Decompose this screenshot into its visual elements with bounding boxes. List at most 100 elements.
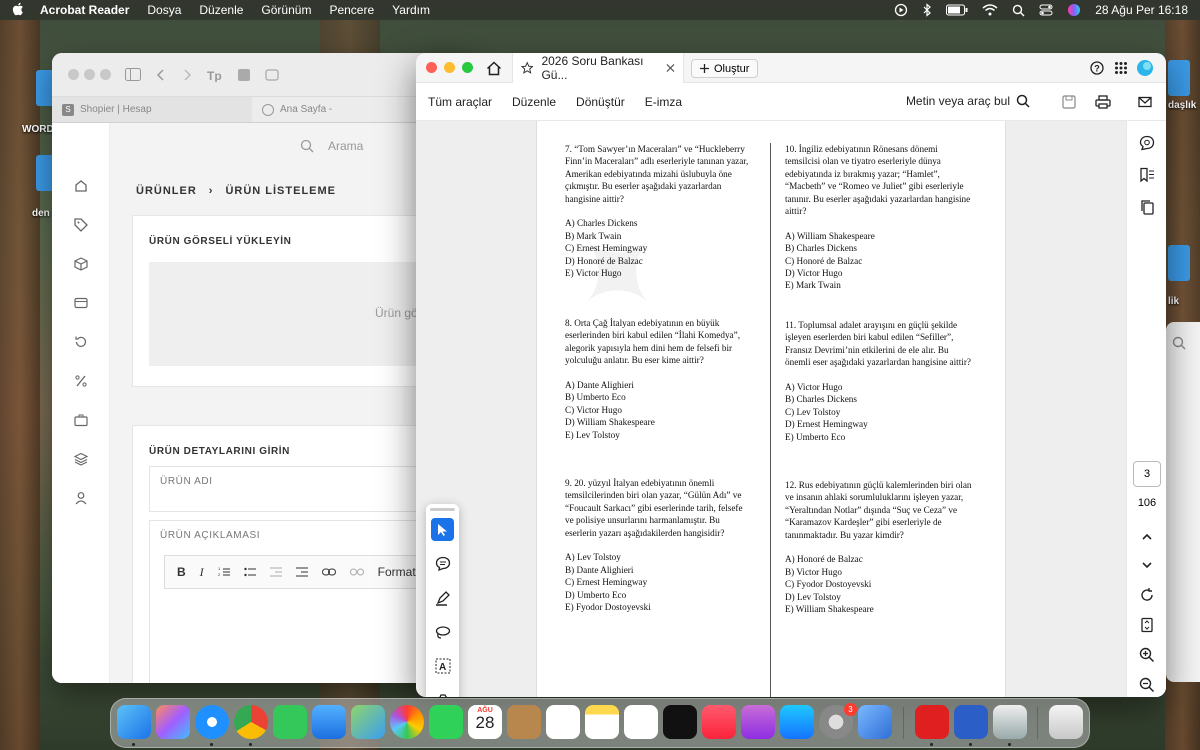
iphone-mirroring-icon[interactable]	[858, 705, 892, 739]
app-name-menu[interactable]: Acrobat Reader	[40, 3, 129, 17]
translate-icon[interactable]: Tp	[207, 68, 223, 82]
ai-assistant-icon[interactable]	[1139, 135, 1155, 151]
sign-tool-button[interactable]	[431, 688, 454, 697]
maps-icon[interactable]	[351, 705, 385, 739]
layers-icon[interactable]	[74, 452, 88, 466]
text-box-tool-button[interactable]: A	[431, 654, 454, 677]
word-icon[interactable]	[954, 705, 988, 739]
menu-duzenle[interactable]: Düzenle	[199, 3, 243, 17]
desktop-folder-icon[interactable]	[1168, 245, 1190, 281]
bluetooth-icon[interactable]	[922, 3, 932, 17]
photos-icon[interactable]	[390, 705, 424, 739]
acrobat-reader-icon[interactable]	[915, 705, 949, 739]
email-icon[interactable]	[1138, 95, 1152, 109]
copy-pages-icon[interactable]	[1139, 199, 1155, 215]
menu-esign[interactable]: E-imza	[645, 95, 682, 109]
spotlight-search-icon[interactable]	[1012, 4, 1025, 17]
trash-icon[interactable]	[1049, 705, 1083, 739]
preview-icon[interactable]	[993, 705, 1027, 739]
forward-chevron-icon[interactable]	[181, 68, 193, 81]
comment-tool-button[interactable]	[431, 552, 454, 575]
browser-window[interactable]: Tp S Shopier | Hesap Ana Sayfa - Arama Ü…	[52, 53, 472, 683]
highlight-tool-button[interactable]	[431, 586, 454, 609]
home-icon[interactable]	[74, 179, 88, 193]
close-tab-icon[interactable]	[666, 63, 675, 73]
search-icon[interactable]	[1172, 336, 1186, 350]
messages-icon[interactable]	[273, 705, 307, 739]
chevron-down-icon[interactable]	[1139, 557, 1155, 573]
extension-icon[interactable]	[237, 68, 251, 82]
safari-icon[interactable]	[195, 705, 229, 739]
podcasts-icon[interactable]	[741, 705, 775, 739]
music-icon[interactable]	[702, 705, 736, 739]
chevron-up-icon[interactable]	[1139, 529, 1155, 545]
apps-grid-icon[interactable]	[1114, 61, 1128, 75]
draw-tool-button[interactable]	[431, 620, 454, 643]
contacts-icon[interactable]	[507, 705, 541, 739]
control-center-icon[interactable]	[1039, 4, 1053, 16]
reader-icon[interactable]	[265, 68, 281, 82]
minimize-button[interactable]	[444, 62, 455, 73]
play-circle-icon[interactable]	[894, 3, 908, 17]
acrobat-window[interactable]: 2026 Soru Bankası Gü... Oluştur ? Tüm ar…	[416, 53, 1166, 697]
user-icon[interactable]	[74, 491, 88, 505]
desktop-folder-icon[interactable]	[1168, 60, 1190, 96]
select-tool-button[interactable]	[431, 518, 454, 541]
unlink-icon[interactable]	[349, 567, 364, 577]
pdf-page[interactable]: ✦ 7. “Tom Sawyer’ın Maceraları” ve “Huck…	[536, 121, 1006, 697]
find-text-or-tool[interactable]: Metin veya araç bul	[906, 94, 1030, 108]
menu-gorunum[interactable]: Görünüm	[261, 3, 311, 17]
home-icon[interactable]	[486, 61, 502, 76]
admin-search[interactable]: Arama	[300, 139, 363, 153]
outdent-icon[interactable]	[269, 566, 282, 578]
link-icon[interactable]	[321, 567, 336, 577]
format-dropdown[interactable]: Format	[378, 565, 416, 579]
breadcrumb-root[interactable]: ÜRÜNLER	[136, 185, 197, 197]
bullet-list-icon[interactable]	[243, 566, 256, 578]
sidebar-toggle-icon[interactable]	[125, 68, 141, 81]
menu-dosya[interactable]: Dosya	[147, 3, 181, 17]
help-icon[interactable]: ?	[1090, 61, 1104, 75]
facetime-icon[interactable]	[429, 705, 463, 739]
menu-yardim[interactable]: Yardım	[392, 3, 430, 17]
reminders-icon[interactable]	[546, 705, 580, 739]
close-button[interactable]	[68, 69, 79, 80]
refresh-icon[interactable]	[74, 335, 88, 349]
clock[interactable]: 28 Ağu Per 16:18	[1095, 3, 1188, 17]
zoom-out-icon[interactable]	[1139, 677, 1155, 693]
menu-pencere[interactable]: Pencere	[329, 3, 374, 17]
notes-icon[interactable]	[585, 705, 619, 739]
document-tab[interactable]: 2026 Soru Bankası Gü...	[512, 53, 684, 83]
apple-icon[interactable]	[12, 2, 26, 19]
app-store-icon[interactable]	[780, 705, 814, 739]
finder-icon[interactable]	[117, 705, 151, 739]
close-button[interactable]	[426, 62, 437, 73]
battery-icon[interactable]	[946, 4, 968, 16]
siri-icon[interactable]	[1067, 3, 1081, 17]
briefcase-icon[interactable]	[74, 413, 88, 427]
zoom-button[interactable]	[100, 69, 111, 80]
apple-tv-icon[interactable]	[663, 705, 697, 739]
tag-icon[interactable]	[74, 218, 88, 232]
current-page-input[interactable]: 3	[1133, 461, 1161, 487]
bookmark-list-icon[interactable]	[1139, 167, 1155, 183]
create-button[interactable]: Oluştur	[691, 59, 759, 78]
chrome-icon[interactable]	[234, 705, 268, 739]
drag-handle[interactable]	[430, 508, 455, 511]
minimize-button[interactable]	[84, 69, 95, 80]
percent-icon[interactable]	[74, 374, 88, 388]
tab-shopier[interactable]: S Shopier | Hesap	[52, 97, 252, 122]
star-icon[interactable]	[521, 61, 534, 75]
profile-avatar-icon[interactable]	[1136, 59, 1154, 77]
back-chevron-icon[interactable]	[155, 68, 167, 81]
card-icon[interactable]	[74, 296, 88, 310]
print-icon[interactable]	[1095, 95, 1111, 109]
bold-button[interactable]: B	[177, 565, 186, 579]
rotate-icon[interactable]	[1139, 587, 1155, 603]
calendar-icon[interactable]: AĞU 28	[468, 705, 502, 739]
zoom-button[interactable]	[462, 62, 473, 73]
box-icon[interactable]	[74, 257, 88, 271]
ordered-list-icon[interactable]: 12	[218, 566, 230, 578]
zoom-in-icon[interactable]	[1139, 647, 1155, 663]
menu-all-tools[interactable]: Tüm araçlar	[428, 95, 492, 109]
